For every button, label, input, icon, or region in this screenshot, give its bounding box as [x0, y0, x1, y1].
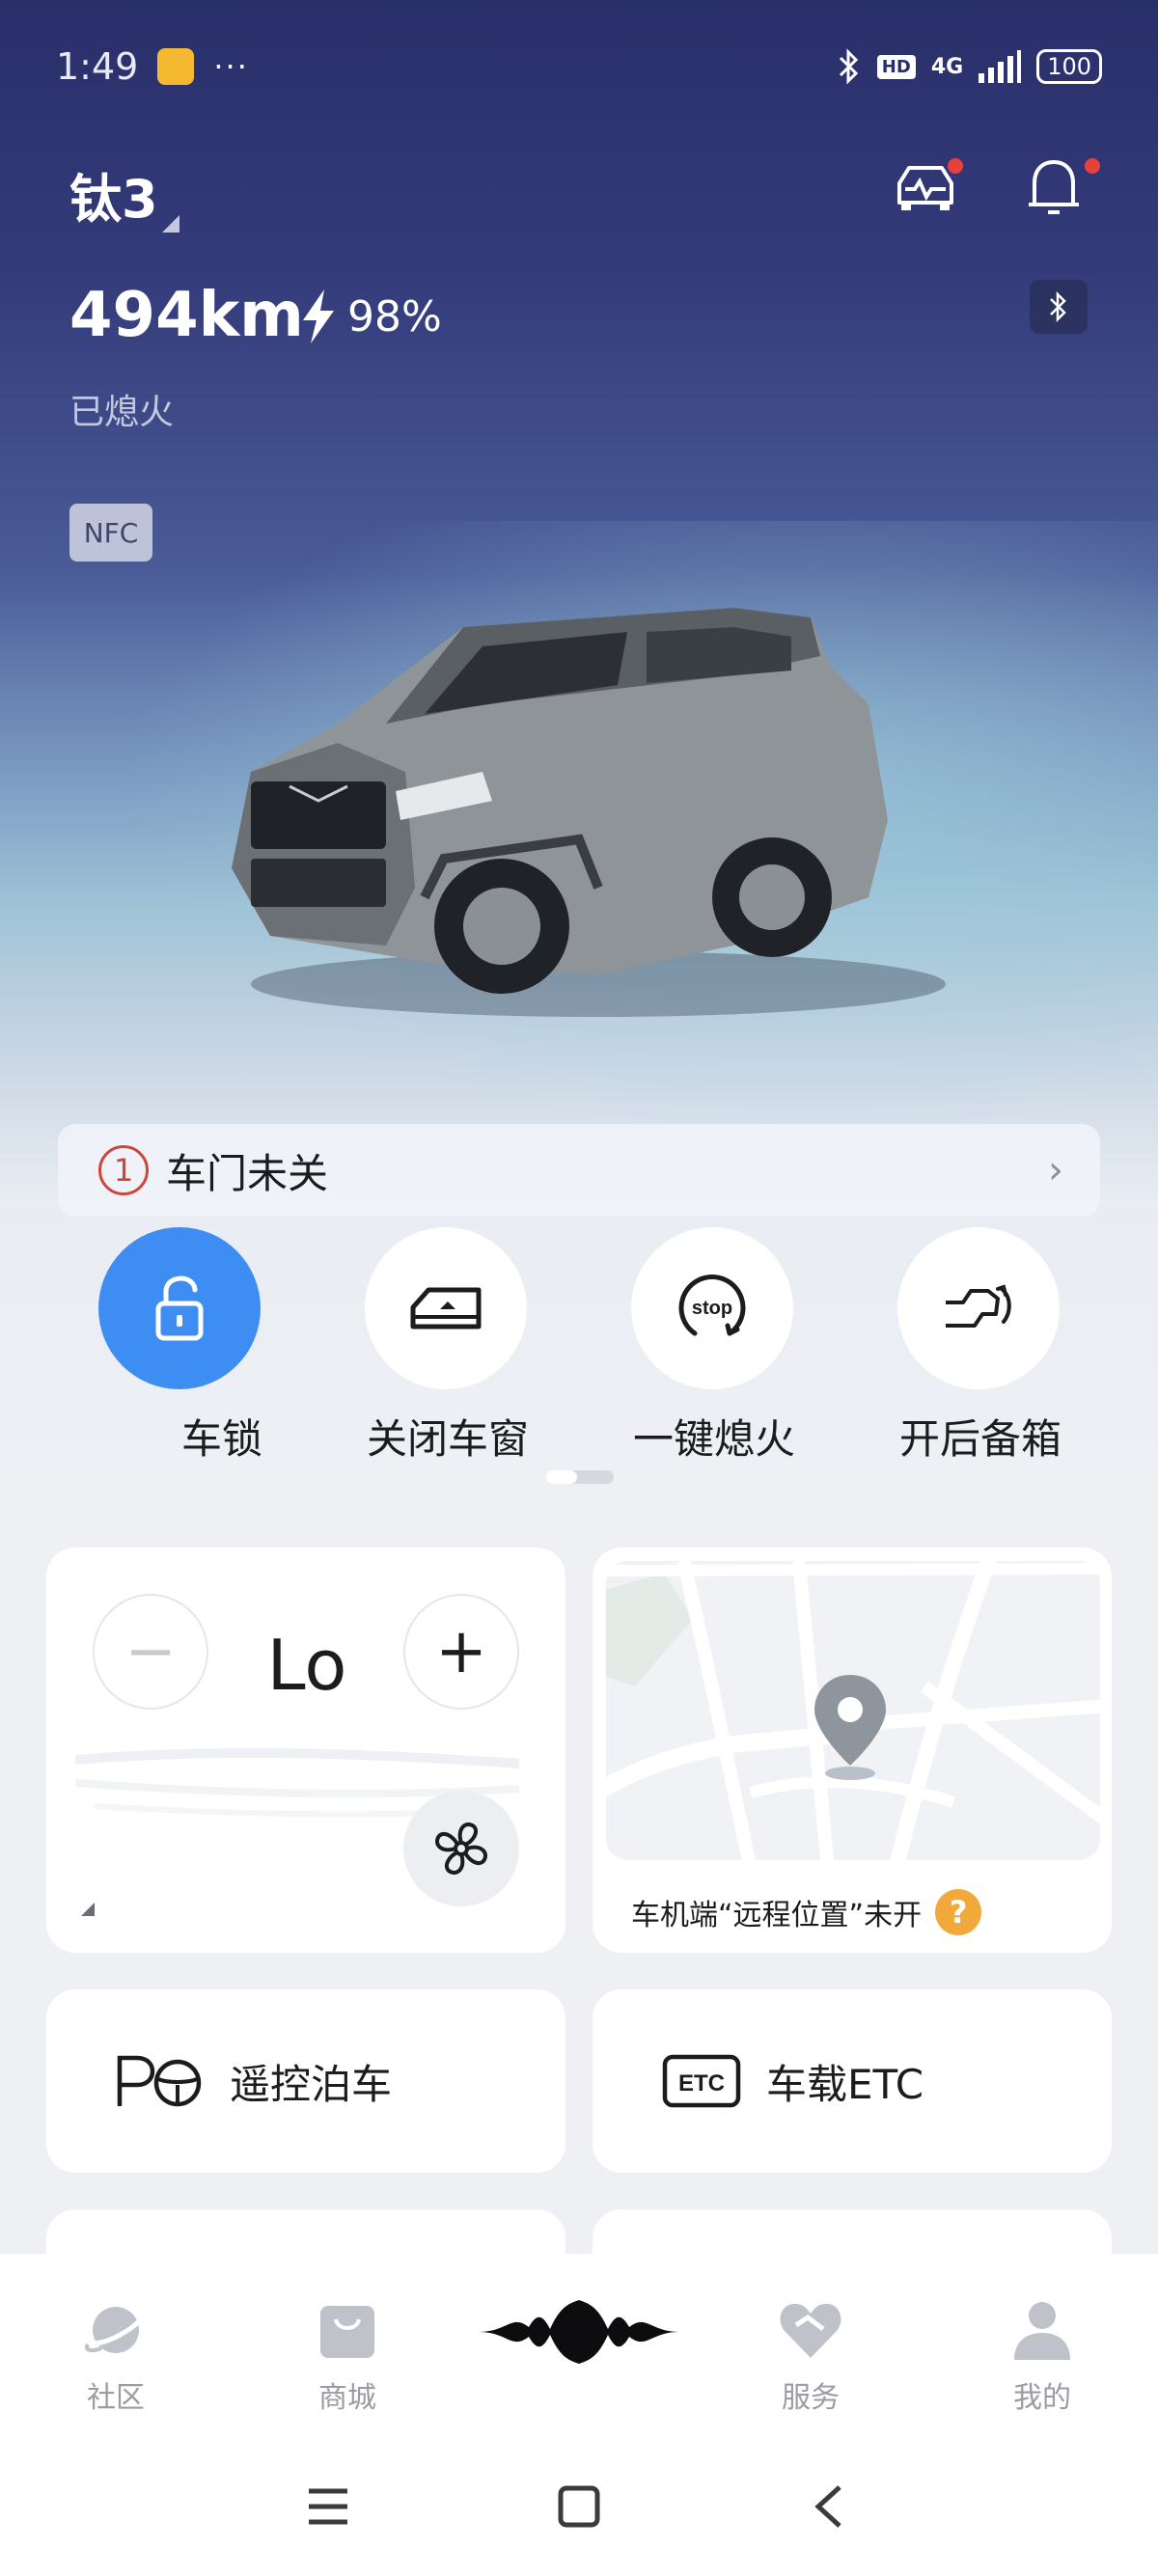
- brand-logo-icon: [479, 2300, 679, 2364]
- lock-label: 车锁: [180, 1415, 262, 1463]
- page-indicator: [546, 1470, 614, 1484]
- fan-icon: [435, 1822, 487, 1875]
- engine-off-action[interactable]: stop 一键熄火: [631, 1227, 795, 1466]
- system-navigation-bar: [0, 2470, 1158, 2547]
- engine-off-button[interactable]: stop: [631, 1227, 793, 1389]
- bell-icon: [1029, 159, 1079, 214]
- dropdown-triangle-icon: [161, 215, 179, 233]
- fan-toggle[interactable]: [403, 1791, 519, 1906]
- etc-label: 车载ETC: [766, 2060, 924, 2108]
- bolt-icon: [303, 289, 334, 343]
- battery-indicator: 100: [1036, 49, 1102, 84]
- park-icon: [117, 2055, 202, 2107]
- map-pin-icon: [814, 1675, 886, 1780]
- back-icon[interactable]: [813, 2483, 843, 2530]
- etc-card[interactable]: ETC 车载ETC: [593, 1989, 1112, 2173]
- etc-icon: ETC: [662, 2054, 741, 2108]
- menu-icon[interactable]: [307, 2487, 349, 2526]
- help-icon[interactable]: ?: [935, 1889, 982, 1935]
- nav-shop-label: 商城: [318, 2381, 376, 2415]
- nav-profile-label: 我的: [1013, 2381, 1071, 2415]
- profile-icon: [1014, 2302, 1070, 2360]
- charge-indicator: 98%: [299, 289, 442, 343]
- stop-icon: stop: [678, 1274, 746, 1336]
- nav-shop[interactable]: 商城: [290, 2298, 405, 2416]
- vehicle-image: [232, 608, 946, 1017]
- nav-service-label: 服务: [782, 2381, 840, 2415]
- remote-parking-card[interactable]: 遥控泊车: [46, 1989, 565, 2173]
- location-caption: 车机端“远程位置”未开: [631, 1899, 923, 1932]
- bag-icon: [320, 2306, 374, 2358]
- location-status: 车机端“远程位置”未开 ?: [631, 1889, 982, 1935]
- lock-action[interactable]: 车锁: [98, 1227, 262, 1466]
- network-label: 4G: [930, 54, 964, 79]
- close-windows-action[interactable]: 关闭车窗: [365, 1227, 529, 1466]
- window-icon: [410, 1287, 482, 1329]
- engine-off-label: 一键熄火: [632, 1415, 795, 1463]
- chevron-right-icon: ›: [1048, 1148, 1063, 1192]
- nav-home[interactable]: [479, 2298, 679, 2370]
- charge-percent: 98%: [347, 291, 442, 342]
- notifications-button[interactable]: [1023, 154, 1100, 222]
- signal-icon: [979, 50, 1022, 83]
- open-trunk-action[interactable]: 开后备箱: [897, 1227, 1062, 1466]
- nav-community-label: 社区: [87, 2381, 145, 2415]
- notification-app-icon: [157, 48, 195, 85]
- planet-icon: [85, 2307, 149, 2353]
- bluetooth-icon: [1050, 290, 1066, 323]
- open-trunk-label: 开后备箱: [898, 1415, 1062, 1463]
- close-windows-label: 关闭车窗: [366, 1415, 529, 1463]
- remote-parking-label: 遥控泊车: [230, 2060, 393, 2108]
- nav-profile[interactable]: 我的: [984, 2298, 1100, 2416]
- vehicle-selector[interactable]: 钛3: [69, 156, 179, 233]
- status-bar: 1:49 ··· HD 4G 100: [56, 42, 1102, 91]
- etc-icon-text: ETC: [678, 2070, 725, 2096]
- alert-text: 车门未关: [166, 1149, 329, 1197]
- climate-card[interactable]: − Lo +: [46, 1548, 565, 1953]
- map-preview[interactable]: [606, 1561, 1100, 1860]
- close-windows-button[interactable]: [365, 1227, 527, 1389]
- location-card[interactable]: 车机端“远程位置”未开 ?: [593, 1548, 1112, 1953]
- bluetooth-status-icon: [839, 48, 858, 85]
- door-open-alert[interactable]: 1 车门未关 ›: [58, 1124, 1100, 1217]
- trunk-icon: [946, 1284, 1011, 1328]
- service-icon: [780, 2303, 841, 2358]
- more-notifications: ···: [213, 48, 249, 85]
- nav-service[interactable]: 服务: [753, 2298, 868, 2416]
- status-time: 1:49: [56, 45, 139, 88]
- home-icon[interactable]: [558, 2485, 600, 2528]
- lock-open-icon: [155, 1275, 204, 1341]
- nfc-badge[interactable]: NFC: [69, 504, 152, 562]
- corner-triangle-icon: [81, 1903, 95, 1916]
- alert-count: 1: [98, 1145, 149, 1195]
- open-trunk-button[interactable]: [897, 1227, 1060, 1389]
- engine-state: 已熄火: [69, 393, 175, 432]
- vehicle-status-dot: [948, 158, 963, 174]
- bluetooth-key-button[interactable]: [1030, 280, 1088, 334]
- vehicle-name: 钛3: [69, 169, 158, 230]
- lock-button[interactable]: [98, 1227, 261, 1389]
- hd-badge: HD: [876, 54, 916, 79]
- range-value: 494km: [69, 280, 304, 351]
- stop-icon-text: stop: [692, 1298, 732, 1319]
- vehicle-status-button[interactable]: [892, 154, 963, 222]
- increase-fan-button[interactable]: +: [403, 1594, 519, 1710]
- notification-dot: [1085, 158, 1100, 174]
- nav-community[interactable]: 社区: [58, 2298, 174, 2416]
